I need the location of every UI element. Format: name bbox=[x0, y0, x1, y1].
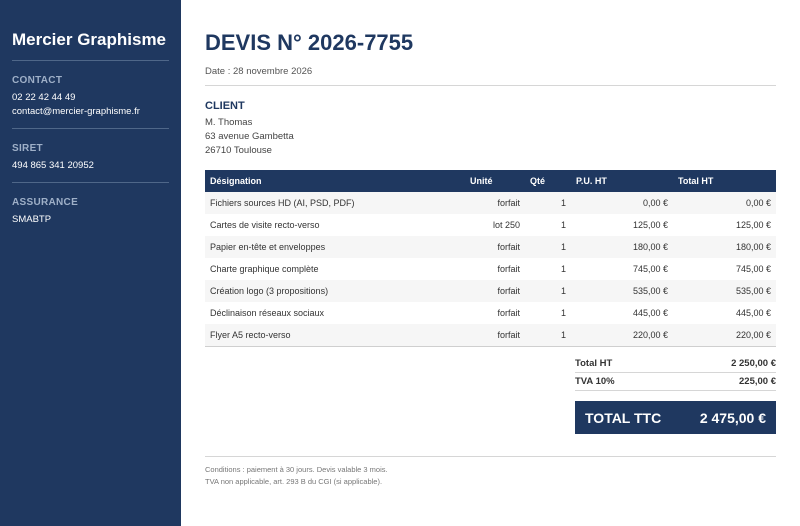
table-row: Création logo (3 propositions) forfait 1 53… bbox=[205, 280, 776, 302]
cell-unit-price: 745,00 € bbox=[632, 264, 668, 274]
cell-unit-price: 0,00 € bbox=[571, 192, 673, 214]
cell-total: 445,00 € bbox=[735, 308, 771, 318]
total-ttc-value: 2 475,00 € bbox=[699, 409, 766, 426]
table-row: Papier en-tête et enveloppes forfait 1 180,… bbox=[205, 236, 776, 258]
tva-value: 225,00 € bbox=[739, 376, 776, 387]
contact-label: CONTACT bbox=[12, 75, 63, 86]
cell-qty: 1 bbox=[525, 192, 571, 214]
cell-total: 220,00 € bbox=[673, 324, 776, 347]
contact-phone: 02 22 42 44 49 bbox=[12, 92, 76, 103]
cell-designation: Charte graphique complète bbox=[210, 264, 319, 274]
total-ht-label: Total HT bbox=[575, 358, 613, 369]
total-ttc-label: TOTAL TTC bbox=[585, 409, 662, 426]
cell-qty: 1 bbox=[560, 220, 566, 230]
cell-unit-price: 180,00 € bbox=[571, 236, 673, 258]
sidebar-section-assurance: ASSURANCE SMABTP bbox=[12, 197, 169, 227]
table-row: Flyer A5 recto-verso forfait 1 220,00 €220,… bbox=[205, 324, 776, 347]
cell-designation: Déclinaison réseaux sociaux bbox=[210, 308, 325, 318]
quote-document: DEVIS N° 2026-7755 Date : 28 novembre 20… bbox=[205, 0, 776, 486]
cell-qty: 1 bbox=[525, 280, 571, 302]
cell-unit-price: 125,00 € bbox=[632, 220, 668, 230]
siret-value: 494 865 341 20952 bbox=[12, 160, 94, 171]
cell-unit: forfait bbox=[465, 236, 525, 258]
total-ttc-box: TOTAL TTC 2 475,00 € bbox=[575, 401, 776, 434]
assurance-label: ASSURANCE bbox=[12, 197, 79, 208]
cell-unit: forfait bbox=[497, 264, 520, 274]
header-designation: Désignation bbox=[205, 170, 465, 192]
cell-qty: 1 bbox=[525, 236, 571, 258]
cell-total: 180,00 € bbox=[673, 236, 776, 258]
table-header-row: Désignation Unité Qté P.U. HT Total HT bbox=[205, 170, 776, 192]
table-row: Fichiers sources HD (AI, PSD, PDF) forfai… bbox=[205, 192, 776, 214]
client-city: 26710 Toulouse bbox=[205, 145, 272, 156]
assurance-value: SMABTP bbox=[12, 214, 52, 225]
footer-line-tva: TVA non applicable, art. 293 B du CGI (s… bbox=[205, 477, 383, 486]
cell-qty: 1 bbox=[560, 264, 566, 274]
header-unit: Unité bbox=[465, 170, 525, 192]
totals-block: Total HT 2 250,00 € TVA 10% 225,00 € TOT… bbox=[575, 355, 776, 434]
sidebar-section-siret: SIRET 494 865 341 20952 bbox=[12, 143, 169, 173]
total-ht-row: Total HT 2 250,00 € bbox=[575, 355, 776, 373]
cell-unit: forfait bbox=[465, 192, 525, 214]
sidebar: Mercier Graphisme CONTACT 02 22 42 44 49… bbox=[0, 0, 181, 526]
cell-unit: forfait bbox=[465, 324, 525, 347]
client-name: M. Thomas bbox=[205, 117, 253, 128]
header-qty: Qté bbox=[525, 170, 571, 192]
cell-designation: Flyer A5 recto-verso bbox=[205, 324, 465, 347]
header-total: Total HT bbox=[673, 170, 776, 192]
cell-unit-price: 445,00 € bbox=[632, 308, 668, 318]
cell-designation: Papier en-tête et enveloppes bbox=[205, 236, 465, 258]
cell-qty: 1 bbox=[525, 324, 571, 347]
cell-total: 125,00 € bbox=[735, 220, 771, 230]
table-row: Charte graphique complète forfait 1 745,00 … bbox=[205, 258, 776, 280]
items-table: Désignation Unité Qté P.U. HT Total HT F… bbox=[205, 170, 776, 347]
cell-qty: 1 bbox=[560, 308, 566, 318]
siret-label: SIRET bbox=[12, 143, 43, 154]
quote-title: DEVIS N° 2026-7755 bbox=[205, 30, 414, 55]
cell-total: 535,00 € bbox=[673, 280, 776, 302]
company-name: Mercier Graphisme bbox=[12, 30, 167, 49]
footer-divider bbox=[205, 456, 776, 457]
header-divider bbox=[205, 85, 776, 86]
cell-designation: Création logo (3 propositions) bbox=[205, 280, 465, 302]
contact-email: contact@mercier-graphisme.fr bbox=[12, 106, 140, 117]
cell-unit-price: 535,00 € bbox=[571, 280, 673, 302]
sidebar-divider bbox=[12, 182, 169, 183]
cell-total: 745,00 € bbox=[735, 264, 771, 274]
cell-unit-price: 220,00 € bbox=[571, 324, 673, 347]
client-street: 63 avenue Gambetta bbox=[205, 131, 294, 142]
table-row: Déclinaison réseaux sociaux forfait 1 445,0… bbox=[205, 302, 776, 324]
quote-date: Date : 28 novembre 2026 bbox=[205, 66, 313, 77]
total-ht-value: 2 250,00 € bbox=[731, 358, 776, 369]
footer-line-payment: Conditions : paiement à 30 jours. Devis … bbox=[205, 465, 388, 474]
sidebar-divider bbox=[12, 128, 169, 129]
sidebar-divider bbox=[12, 60, 169, 61]
tva-row: TVA 10% 225,00 € bbox=[575, 373, 776, 391]
cell-unit: lot 250 bbox=[492, 220, 520, 230]
cell-total: 0,00 € bbox=[673, 192, 776, 214]
cell-unit: forfait bbox=[497, 308, 520, 318]
sidebar-section-contact: CONTACT 02 22 42 44 49 contact@mercier-g… bbox=[12, 75, 169, 119]
cell-designation: Fichiers sources HD (AI, PSD, PDF) bbox=[205, 192, 465, 214]
cell-unit: forfait bbox=[465, 280, 525, 302]
cell-designation: Cartes de visite recto-verso bbox=[210, 220, 320, 230]
footer-conditions: Conditions : paiement à 30 jours. Devis … bbox=[205, 464, 388, 488]
tva-label: TVA 10% bbox=[575, 376, 615, 387]
client-heading: CLIENT bbox=[205, 100, 245, 112]
table-row: Cartes de visite recto-verso lot 250 1 125,… bbox=[205, 214, 776, 236]
header-unit-price: P.U. HT bbox=[571, 170, 673, 192]
